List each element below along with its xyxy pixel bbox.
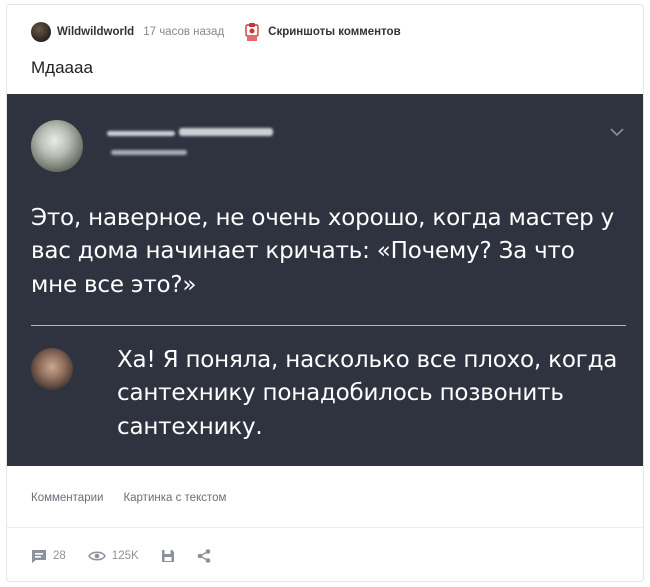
post-actions: 28 125K [31,545,233,567]
blurred-username [107,131,175,136]
blurred-username [179,128,273,136]
post-title[interactable]: Мдаааа [31,58,93,78]
post-card: Wildwildworld 17 часов назад Скриншоты к… [6,4,644,582]
save-button[interactable] [161,549,175,563]
comment2-text: Ха! Я поняла, насколько все плохо, когда… [117,347,618,440]
chevron-down-icon [610,128,624,137]
post-meta: Wildwildworld 17 часов назад Скриншоты к… [31,21,401,43]
post-time[interactable]: 17 часов назад [143,26,224,38]
comments-count: 28 [53,550,66,562]
views-count: 125K [111,550,139,562]
comments-button[interactable]: 28 [31,549,66,564]
tag-link[interactable]: Комментарии [31,492,103,504]
share-icon [197,549,210,563]
comment1-text: Это, наверное, не очень хорошо, когда ма… [31,205,615,298]
blurred-date [111,150,187,155]
author-name[interactable]: Wildwildworld [57,26,134,38]
comment1-avatar [31,120,83,172]
comment-divider [31,325,626,326]
comment-icon [32,549,46,563]
save-icon [161,550,174,562]
community-icon [245,23,259,41]
community-link[interactable]: Скриншоты комментов [244,22,401,42]
screenshot-image[interactable]: Это, наверное, не очень хорошо, когда ма… [7,94,643,466]
divider [7,527,643,528]
views-counter: 125K [87,550,139,562]
tag-link[interactable]: Картинка с текстом [123,492,226,504]
eye-icon [87,551,106,561]
community-name: Скриншоты комментов [268,26,401,38]
share-button[interactable] [197,549,211,563]
author-avatar[interactable] [31,22,51,42]
comment2-avatar [31,348,73,390]
tag-list: Комментарии Картинка с текстом [31,492,246,504]
